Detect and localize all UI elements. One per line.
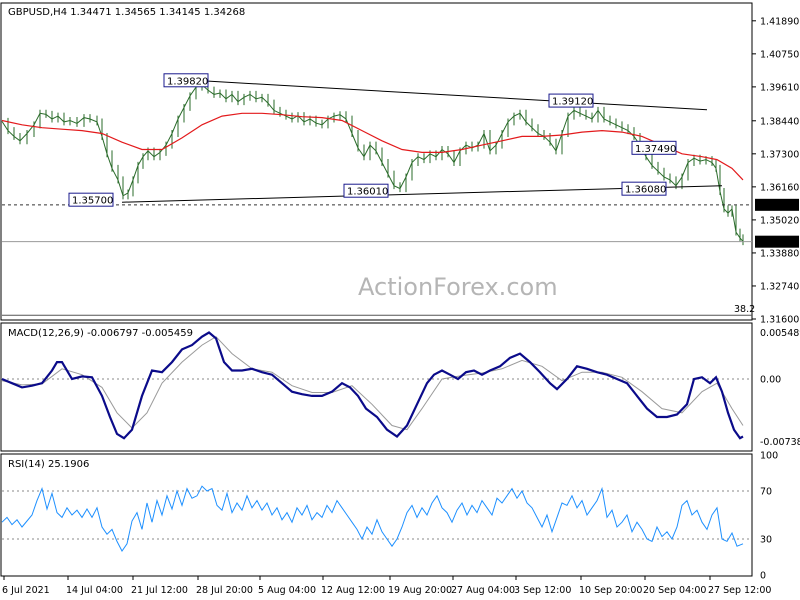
forex-chart: ActionForex.com 38.2 1.39820 1.39120 1.3749… (0, 2, 800, 596)
x-tick-label: 3 Sep 12:00 (514, 585, 571, 596)
annotation-label: 1.39820 (167, 76, 208, 87)
annotation-label: 1.35700 (72, 196, 113, 207)
macd-tick-label: -0.007382 (760, 437, 800, 448)
x-tick-label: 28 Jul 20:00 (196, 585, 253, 596)
rsi-tick-label: 0 (760, 571, 766, 582)
price-header: GBPUSD,H4 1.34471 1.34565 1.34145 1.3426… (8, 7, 245, 18)
x-tick-label: 12 Aug 12:00 (321, 585, 385, 596)
annotation-label: 1.36080 (625, 185, 666, 196)
macd-tick-label: 0.005489 (760, 328, 800, 339)
price-tick-label: 1.39610 (760, 82, 799, 93)
price-tick-label: 1.31600 (760, 315, 799, 326)
x-tick-label: 19 Aug 20:00 (388, 585, 452, 596)
macd-header: MACD(12,26,9) -0.006797 -0.005459 (8, 328, 193, 339)
macd-tick-label: 0.00 (760, 374, 781, 385)
price-tick-label: 1.35020 (760, 215, 799, 226)
fib-label: 38.2 (734, 304, 755, 315)
x-tick-label: 20 Sep 04:00 (643, 585, 706, 596)
price-tick-label: 1.33880 (760, 248, 799, 259)
x-tick-label: 27 Aug 04:00 (451, 585, 515, 596)
price-tick-label: 1.36160 (760, 182, 799, 193)
price-tick-label: 1.32740 (760, 281, 799, 292)
price-tick-label: 1.38440 (760, 116, 799, 127)
price-label-text: 1.35540 (758, 200, 797, 211)
rsi-tick-label: 70 (760, 487, 772, 498)
x-tick-label: 5 Aug 04:00 (258, 585, 316, 596)
watermark: ActionForex.com (358, 273, 558, 301)
x-tick-label: 21 Jul 12:00 (131, 585, 188, 596)
annotation-label: 1.39120 (552, 97, 593, 108)
price-label-text: 1.34268 (758, 237, 797, 248)
rsi-header: RSI(14) 25.1906 (8, 459, 89, 470)
rsi-panel-frame (0, 453, 753, 577)
annotation-label: 1.37490 (635, 144, 676, 155)
rsi-tick-label: 30 (760, 535, 772, 546)
x-tick-label: 10 Sep 20:00 (579, 585, 642, 596)
rsi-tick-label: 100 (760, 451, 778, 462)
price-tick-label: 1.40750 (760, 49, 799, 60)
annotation-label: 1.36010 (347, 187, 388, 198)
price-tick-label: 1.37300 (760, 149, 799, 160)
x-tick-label: 27 Sep 12:00 (708, 585, 771, 596)
macd-panel-frame (0, 322, 753, 452)
x-tick-label: 14 Jul 04:00 (66, 585, 123, 596)
price-tick-label: 1.41890 (760, 16, 799, 27)
x-tick-label: 6 Jul 2021 (2, 585, 50, 596)
